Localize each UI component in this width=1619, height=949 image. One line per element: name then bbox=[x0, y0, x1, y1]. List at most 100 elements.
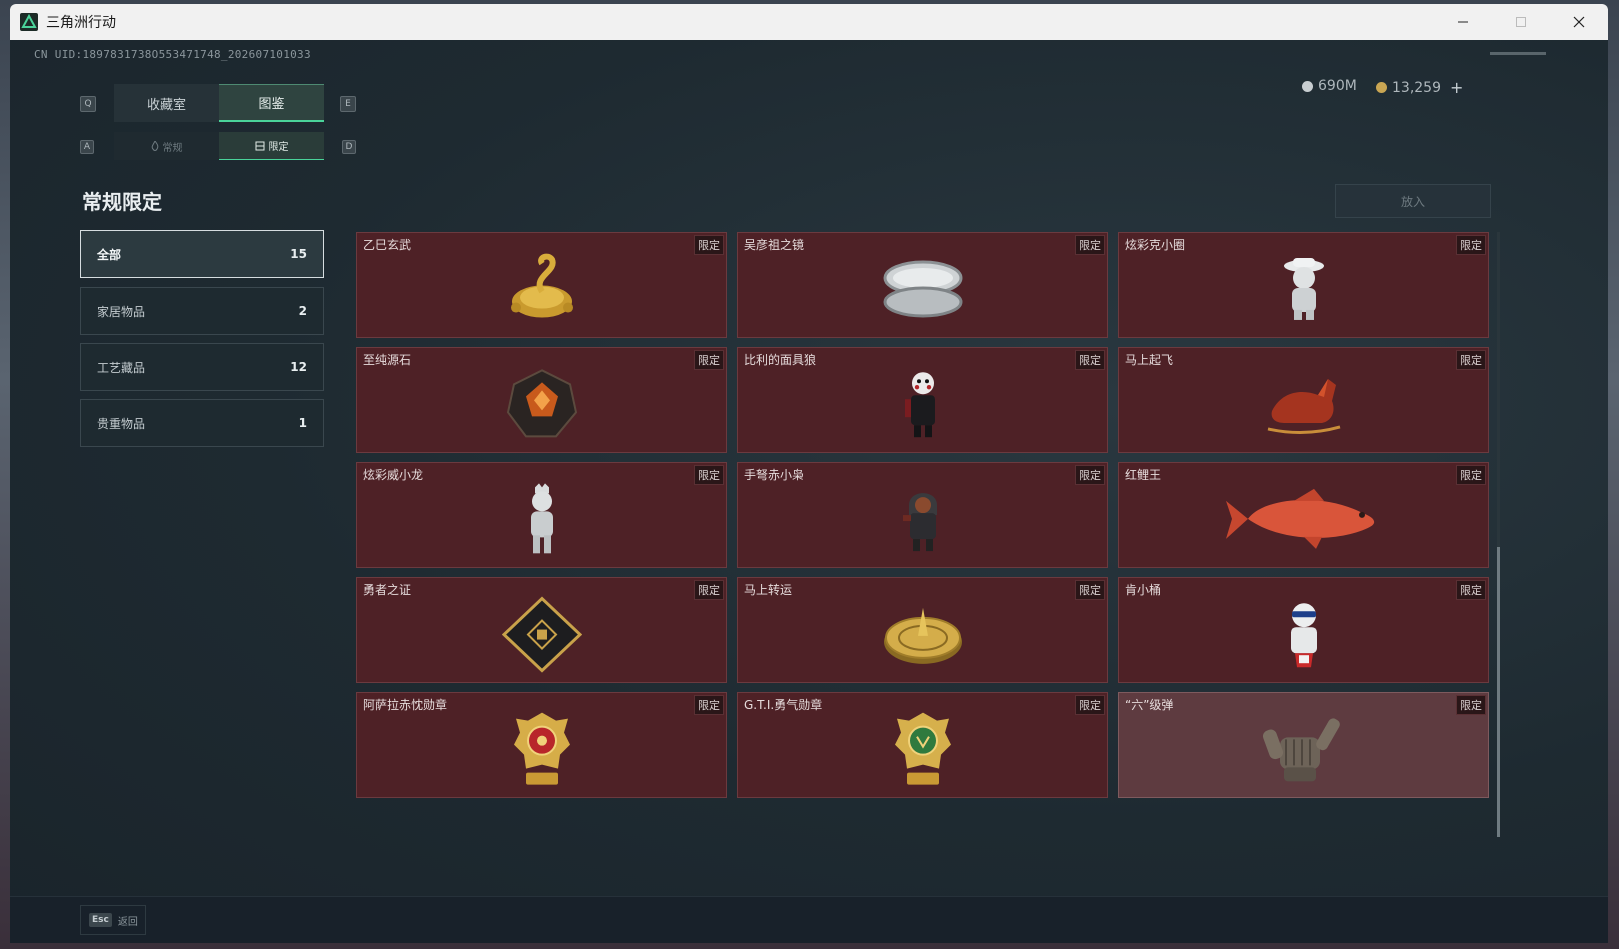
gold-currency: 13,259 + bbox=[1376, 78, 1463, 97]
item-card[interactable]: 红鲤王 限定 bbox=[1118, 462, 1489, 568]
item-name: 勇者之证 bbox=[363, 583, 412, 597]
tab-prev-key[interactable]: Q bbox=[80, 96, 96, 112]
item-card[interactable]: G.T.I.勇气勋章 限定 bbox=[737, 692, 1108, 798]
item-card[interactable]: 吴彦祖之镜 限定 bbox=[737, 232, 1108, 338]
subtab-limited-label: 限定 bbox=[268, 142, 289, 153]
maximize-icon bbox=[1516, 17, 1526, 27]
green-gold-medal-icon bbox=[894, 712, 951, 785]
back-label: 返回 bbox=[117, 916, 138, 928]
close-icon bbox=[1573, 16, 1585, 28]
hooded-figure-icon bbox=[902, 493, 937, 552]
app-window: 三角洲行动 CN UID:1897831738O553471748_202607… bbox=[10, 4, 1608, 943]
bucket-mascot-icon bbox=[1290, 603, 1317, 668]
item-card[interactable]: 炫彩威小龙 限定 bbox=[356, 462, 727, 568]
limited-badge: 限定 bbox=[1075, 235, 1105, 255]
item-card[interactable]: 勇者之证 限定 bbox=[356, 577, 727, 683]
item-card[interactable]: 阿萨拉赤忱勋章 限定 bbox=[356, 692, 727, 798]
item-name: 马上起飞 bbox=[1125, 353, 1174, 367]
item-name: “六”级弹 bbox=[1125, 698, 1174, 712]
top-indicator bbox=[1490, 52, 1546, 55]
shaka-hand-icon bbox=[1262, 718, 1340, 782]
limited-badge: 限定 bbox=[694, 235, 724, 255]
subtab-regular-label: 常规 bbox=[162, 142, 183, 154]
item-card[interactable]: 乙巳玄武 限定 bbox=[356, 232, 727, 338]
main-tabs: 收藏室 图鉴 bbox=[114, 84, 324, 122]
red-horse-icon bbox=[1267, 378, 1340, 435]
white-figurine-hat-icon bbox=[1283, 257, 1324, 320]
item-name: 至纯源石 bbox=[363, 353, 412, 367]
item-name: 炫彩威小龙 bbox=[363, 468, 424, 482]
item-name: 肯小桶 bbox=[1125, 583, 1162, 597]
window-title: 三角洲行动 bbox=[46, 15, 116, 31]
silver-currency: 690M bbox=[1302, 78, 1357, 94]
app-logo-icon bbox=[20, 13, 38, 31]
category-label: 家居物品 bbox=[97, 304, 146, 319]
grid-scrollbar[interactable] bbox=[1497, 232, 1500, 837]
golden-disc-icon bbox=[883, 607, 962, 664]
limited-badge: 限定 bbox=[694, 465, 724, 485]
category-all[interactable]: 全部 15 bbox=[80, 230, 324, 278]
subtab-prev-key[interactable]: A bbox=[80, 140, 94, 154]
limited-badge: 限定 bbox=[1456, 580, 1486, 600]
silver-coin-icon bbox=[1302, 80, 1313, 92]
limited-badge: 限定 bbox=[1456, 465, 1486, 485]
category-count: 15 bbox=[290, 247, 307, 261]
item-card[interactable]: 马上起飞 限定 bbox=[1118, 347, 1489, 453]
item-name: 马上转运 bbox=[744, 583, 793, 597]
subtab-limited[interactable]: 限定 bbox=[219, 132, 324, 160]
item-name: G.T.I.勇气勋章 bbox=[744, 698, 823, 712]
put-in-button[interactable]: 放入 bbox=[1335, 184, 1491, 218]
glowing-crystal-icon bbox=[506, 369, 577, 438]
limited-badge: 限定 bbox=[1075, 695, 1105, 715]
item-card[interactable]: 肯小桶 限定 bbox=[1118, 577, 1489, 683]
limited-badge: 限定 bbox=[1075, 580, 1105, 600]
title-bar: 三角洲行动 bbox=[10, 4, 1608, 40]
tab-next-key[interactable]: E bbox=[340, 96, 356, 112]
limited-badge: 限定 bbox=[1456, 695, 1486, 715]
uid-label: CN UID:1897831738O553471748_202607101033 bbox=[34, 48, 311, 61]
close-button[interactable] bbox=[1550, 4, 1608, 40]
silver-amount: 690M bbox=[1318, 78, 1357, 94]
limited-badge: 限定 bbox=[1456, 350, 1486, 370]
red-gold-medal-icon bbox=[513, 712, 570, 785]
main-area: CN UID:1897831738O553471748_202607101033… bbox=[10, 40, 1608, 943]
scroll-thumb[interactable] bbox=[1497, 547, 1500, 837]
item-card-selected[interactable]: “六”级弹 限定 bbox=[1118, 692, 1489, 798]
limited-badge: 限定 bbox=[694, 580, 724, 600]
item-card[interactable]: 至纯源石 限定 bbox=[356, 347, 727, 453]
item-card[interactable]: 炫彩克小圈 限定 bbox=[1118, 232, 1489, 338]
white-figurine-icon bbox=[530, 483, 553, 554]
item-name: 炫彩克小圈 bbox=[1125, 238, 1186, 252]
gold-amount: 13,259 bbox=[1392, 79, 1441, 96]
item-card[interactable]: 手弩赤小枭 限定 bbox=[737, 462, 1108, 568]
category-home-items[interactable]: 家居物品 2 bbox=[80, 287, 324, 335]
box-icon bbox=[255, 141, 264, 150]
subtab-next-key[interactable]: D bbox=[342, 140, 356, 154]
limited-badge: 限定 bbox=[1456, 235, 1486, 255]
billy-puppet-figure-icon bbox=[904, 372, 935, 438]
category-crafts[interactable]: 工艺藏品 12 bbox=[80, 343, 324, 391]
tab-codex[interactable]: 图鉴 bbox=[219, 84, 324, 122]
limited-badge: 限定 bbox=[694, 695, 724, 715]
add-currency-button[interactable]: + bbox=[1450, 78, 1463, 97]
item-card[interactable]: 比利的面具狼 限定 bbox=[737, 347, 1108, 453]
golden-snake-turtle-icon bbox=[510, 253, 573, 318]
category-count: 12 bbox=[290, 360, 307, 374]
back-button[interactable]: Esc 返回 bbox=[80, 905, 146, 935]
item-name: 红鲤王 bbox=[1125, 468, 1162, 482]
flame-icon bbox=[151, 141, 158, 151]
item-name: 比利的面具狼 bbox=[744, 353, 817, 367]
bottom-bar: Esc 返回 bbox=[10, 896, 1608, 943]
maximize-button[interactable] bbox=[1492, 4, 1550, 40]
subtab-regular[interactable]: 常规 bbox=[114, 132, 219, 160]
black-gold-card-icon bbox=[501, 596, 582, 673]
tab-collection-room[interactable]: 收藏室 bbox=[114, 84, 219, 122]
item-name: 乙巳玄武 bbox=[363, 238, 412, 252]
minimize-button[interactable] bbox=[1434, 4, 1492, 40]
category-valuables[interactable]: 贵重物品 1 bbox=[80, 399, 324, 447]
red-carp-icon bbox=[1225, 488, 1374, 549]
item-card[interactable]: 马上转运 限定 bbox=[737, 577, 1108, 683]
page-title: 常规限定 bbox=[82, 190, 162, 214]
esc-key: Esc bbox=[89, 913, 112, 927]
gold-coin-icon bbox=[1376, 82, 1387, 93]
